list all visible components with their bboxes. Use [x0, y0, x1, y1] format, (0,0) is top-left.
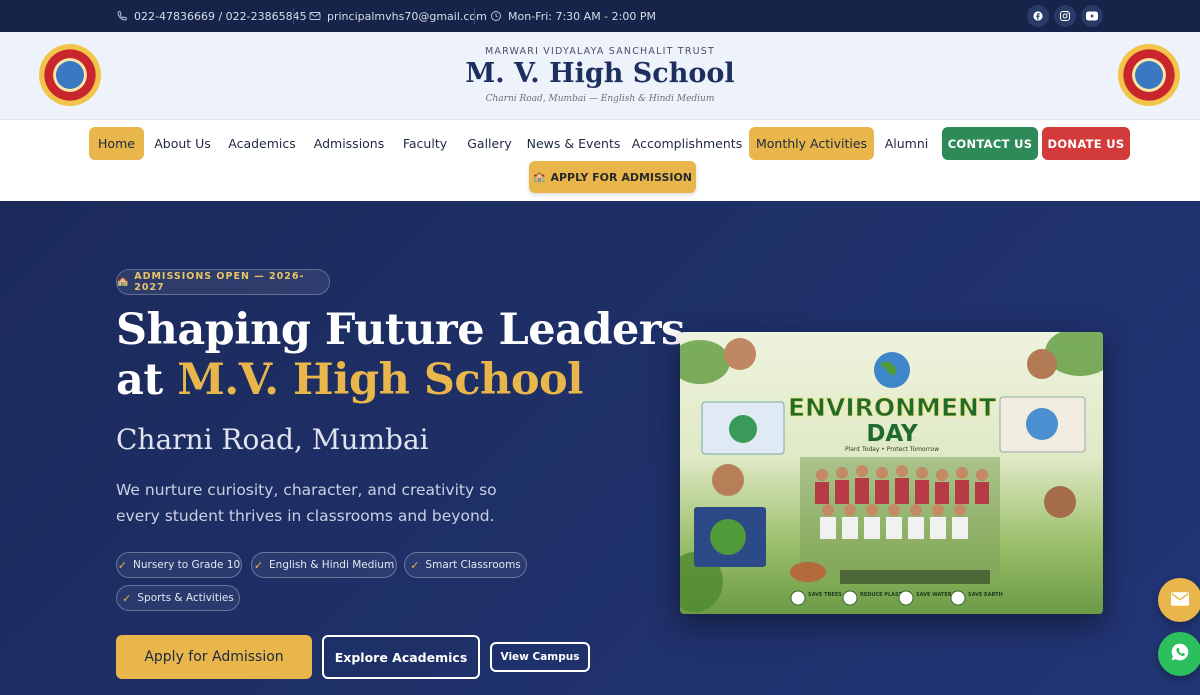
instagram-icon[interactable]	[1054, 5, 1076, 27]
feature-pill: ✓ English & Hindi Medium	[251, 552, 397, 578]
phone-contact[interactable]: 022-47836669 / 022-23865845	[116, 0, 307, 32]
check-icon: ✓	[410, 558, 420, 572]
nav-monthly-activities[interactable]: Monthly Activities	[749, 127, 874, 160]
school-name[interactable]: M. V. High School	[0, 58, 1200, 89]
hero-apply-button[interactable]: Apply for Admission	[116, 635, 312, 679]
contact-us-button[interactable]: CONTACT US	[942, 127, 1038, 160]
envelope-icon	[1171, 591, 1189, 610]
poster-title-day: DAY	[866, 421, 918, 447]
admissions-badge-text: ADMISSIONS OPEN — 2026-2027	[134, 271, 305, 293]
feature-label: Smart Classrooms	[425, 559, 521, 571]
mail-icon	[309, 10, 321, 22]
view-campus-button[interactable]: View Campus	[490, 642, 590, 672]
poster-illustration: ENVIRONMENT DAY Plant Today • Protect To…	[680, 332, 1103, 612]
nav-admissions[interactable]: Admissions	[309, 127, 389, 160]
nav-alumni[interactable]: Alumni	[880, 127, 933, 160]
hero-title: Shaping Future Leaders at M.V. High Scho…	[116, 305, 685, 405]
nav-news-events[interactable]: News & Events	[526, 127, 621, 160]
poster-label: SAVE WATER	[916, 592, 952, 598]
hero-title-at: at	[116, 355, 178, 405]
nav-home[interactable]: Home	[89, 127, 144, 160]
whatsapp-float-button[interactable]	[1158, 632, 1200, 676]
feature-pill: ✓ Sports & Activities	[116, 585, 240, 611]
top-bar: 022-47836669 / 022-23865845 principalmvh…	[0, 0, 1200, 32]
poster-slogan: Plant Today • Protect Tomorrow	[845, 446, 939, 453]
feature-label: English & Hindi Medium	[269, 559, 395, 571]
email-float-button[interactable]	[1158, 578, 1200, 622]
nav-accomplishments[interactable]: Accomplishments	[630, 127, 744, 160]
hero-subtitle: Charni Road, Mumbai	[116, 423, 429, 456]
nav-faculty[interactable]: Faculty	[397, 127, 453, 160]
hours-text: Mon-Fri: 7:30 AM - 2:00 PM	[508, 9, 656, 23]
feature-pill: ✓ Smart Classrooms	[404, 552, 527, 578]
environment-day-poster: ENVIRONMENT DAY Plant Today • Protect To…	[680, 332, 1103, 614]
check-icon: ✓	[253, 558, 264, 572]
hero-title-line1: Shaping Future Leaders	[116, 305, 685, 355]
poster-label: SAVE EARTH	[968, 592, 1003, 598]
school-tagline: Charni Road, Mumbai — English & Hindi Me…	[485, 94, 715, 104]
poster-title: ENVIRONMENT	[788, 393, 996, 422]
phone-icon	[116, 10, 128, 22]
clock-icon	[490, 10, 502, 22]
main-nav: Home About Us Academics Admissions Facul…	[0, 121, 1200, 201]
nav-academics[interactable]: Academics	[224, 127, 300, 160]
feature-label: Nursery to Grade 10	[133, 559, 241, 571]
poster-label: SAVE TREES	[808, 592, 842, 598]
hero-section: 🏫 ADMISSIONS OPEN — 2026-2027 Shaping Fu…	[0, 201, 1200, 695]
hours-info: Mon-Fri: 7:30 AM - 2:00 PM	[490, 0, 656, 32]
apply-for-admission-button[interactable]: 🏫 APPLY FOR ADMISSION	[529, 161, 696, 193]
school-icon: 🏫	[532, 171, 546, 183]
school-icon: 🏫	[117, 277, 130, 287]
check-icon: ✓	[117, 558, 127, 572]
nav-gallery[interactable]: Gallery	[462, 127, 517, 160]
explore-academics-button[interactable]: Explore Academics	[322, 635, 480, 679]
donate-us-button[interactable]: DONATE US	[1042, 127, 1130, 160]
feature-label: Sports & Activities	[137, 592, 234, 604]
phone-text: 022-47836669 / 022-23865845	[134, 9, 307, 23]
whatsapp-icon	[1170, 642, 1190, 666]
hero-title-highlight: M.V. High School	[177, 355, 584, 405]
check-icon: ✓	[122, 591, 132, 605]
trust-name: MARWARI VIDYALAYA SANCHALIT TRUST	[484, 46, 716, 57]
admissions-badge: 🏫 ADMISSIONS OPEN — 2026-2027	[116, 269, 330, 295]
school-logo-right	[1118, 44, 1180, 106]
email-contact[interactable]: principalmvhs70@gmail.com	[309, 0, 487, 32]
hero-description: We nurture curiosity, character, and cre…	[116, 481, 497, 525]
facebook-icon[interactable]	[1027, 5, 1049, 27]
youtube-icon[interactable]	[1081, 5, 1103, 27]
apply-label: APPLY FOR ADMISSION	[550, 170, 693, 184]
feature-pill: ✓ Nursery to Grade 10	[116, 552, 242, 578]
email-text: principalmvhs70@gmail.com	[327, 9, 487, 23]
nav-about-us[interactable]: About Us	[150, 127, 215, 160]
site-header: MARWARI VIDYALAYA SANCHALIT TRUST M. V. …	[0, 32, 1200, 120]
